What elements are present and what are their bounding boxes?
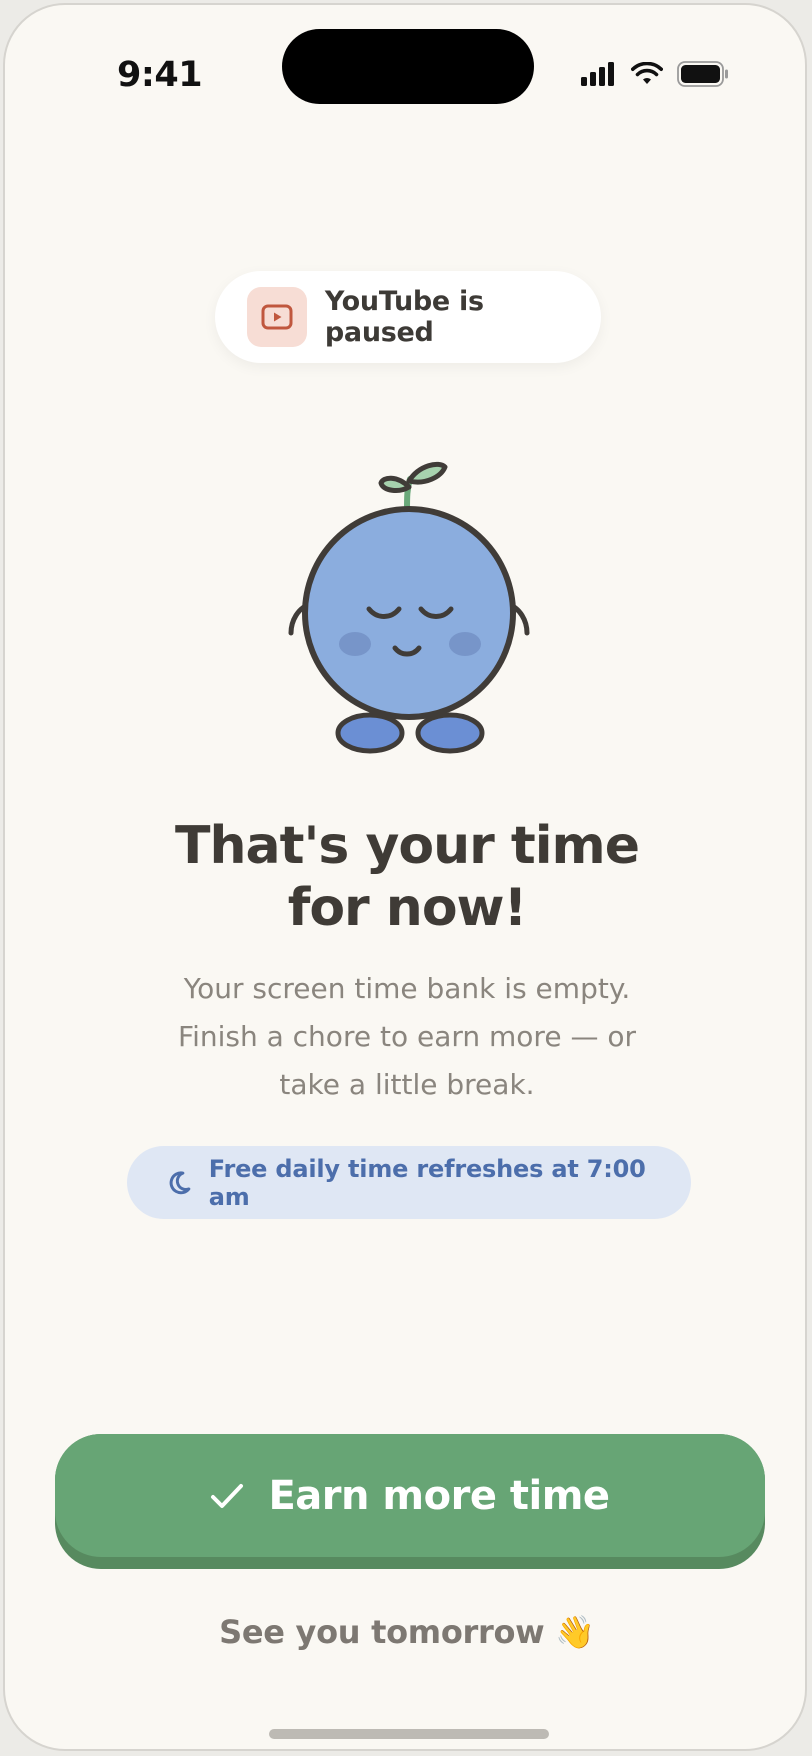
wifi-icon — [631, 62, 663, 84]
headline: That's your time for now! — [5, 815, 805, 939]
message-line-1: Your screen time bank is empty. — [183, 972, 631, 1005]
headline-line-2: for now! — [287, 878, 528, 938]
refresh-notice-label: Free daily time refreshes at 7:00 am — [208, 1154, 646, 1211]
play-video-icon — [247, 287, 307, 347]
signal-icon — [581, 62, 614, 86]
dynamic-island — [282, 29, 534, 104]
empty-bank-message: Your screen time bank is empty. Finish a… — [5, 965, 805, 1109]
home-indicator[interactable] — [269, 1729, 549, 1739]
headline-line-1: That's your time — [175, 816, 640, 876]
moon-icon — [169, 1170, 191, 1194]
earn-more-time-button[interactable]: Earn more time — [55, 1434, 765, 1569]
phone-screen: 9:41 YouTube is paused That's your time … — [3, 3, 807, 1751]
message-line-3: take a little break. — [279, 1068, 535, 1101]
checkmark-icon — [211, 1483, 244, 1508]
refresh-notice: Free daily time refreshes at 7:00 am — [127, 1146, 691, 1219]
earn-button-face[interactable]: Earn more time — [55, 1434, 765, 1557]
app-paused-badge: YouTube is paused — [215, 271, 601, 363]
status-icons — [581, 61, 729, 87]
see-you-tomorrow-link[interactable]: See you tomorrow 👋 — [5, 1613, 805, 1651]
status-bar: 9:41 — [5, 5, 805, 115]
battery-icon — [677, 61, 728, 87]
earn-button-label[interactable]: Earn more time — [268, 1473, 610, 1519]
status-time: 9:41 — [117, 55, 203, 95]
sprout-mascot-illustration — [288, 461, 530, 754]
app-paused-label: YouTube is paused — [324, 286, 484, 348]
message-line-2: Finish a chore to earn more — or — [178, 1020, 636, 1053]
